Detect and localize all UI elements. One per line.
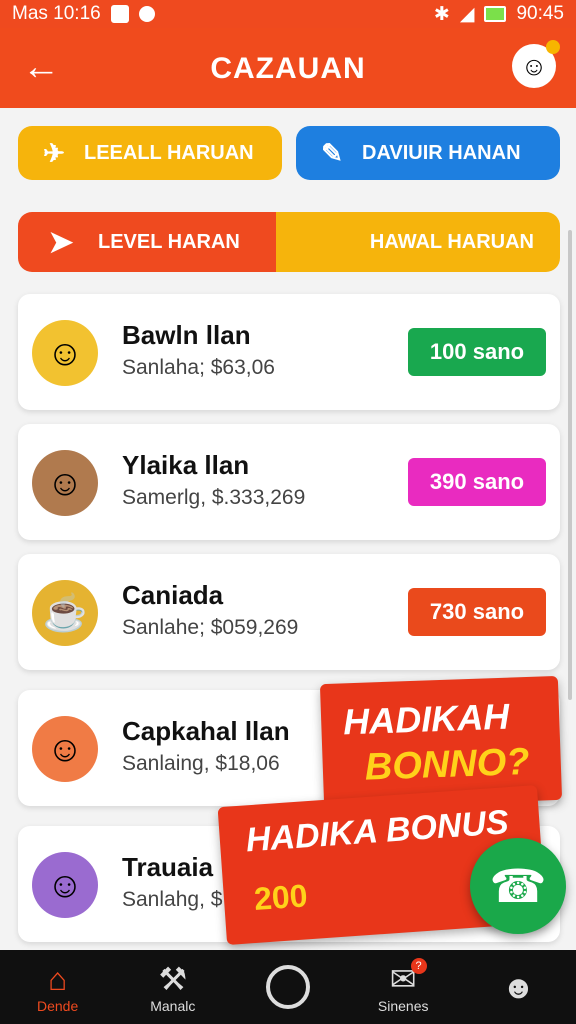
tools-icon: ⚒ [158,961,188,997]
scrollbar[interactable] [568,230,572,700]
mascot-badge [546,40,560,54]
bonus-line3: HADIKA BONUS [244,803,510,860]
level-toggle: ➤ LEVEL HARAN HAWAL HARUAN [18,212,560,272]
filter-left-button[interactable]: ✈ LEEALL HARUAN [18,126,282,180]
battery-icon [484,6,507,22]
nav-label: Sinenes [377,998,429,1014]
item-badge[interactable]: 730 sano [408,588,546,636]
profile-icon: ☻ [501,969,536,1005]
bonus-line2: BONNO? [364,740,531,789]
mascot-icon[interactable]: ☺ [512,40,560,88]
tag-icon: ✎ [321,137,343,168]
circle-home-icon [266,965,310,1009]
bluetooth-icon: ✱ [433,3,450,25]
list-item[interactable]: ☺ Ylaika llan Samerlg, $.333,269 390 san… [18,424,560,540]
list-item[interactable]: ☕ Caniada Sanlahe; $059,269 730 sano [18,554,560,670]
status-time: 90:45 [516,3,564,24]
item-subtitle: Sanlahe; $059,269 [122,616,299,639]
home-icon: ⌂ [47,961,68,997]
avatar: ☺ [32,852,98,918]
app-bar: ← CAZAUAN ☺ [0,28,576,108]
status-left-text: Mas 10:16 [12,3,101,24]
item-name: Capkahal llan [122,716,290,746]
toggle-right-label: HAWAL HARUAN [369,230,534,253]
list-item[interactable]: ☺ Bawln llan Sanlaha; $63,06 100 sano [18,294,560,410]
avatar: ☺ [32,716,98,782]
avatar: ☺ [32,450,98,516]
phone-fab-button[interactable]: ☎ [470,838,566,934]
rocket-icon: ✈ [43,137,65,168]
phone-icon: ☎ [489,860,547,912]
filter-left-label: LEEALL HARUAN [84,141,254,164]
item-name: Ylaika llan [122,450,250,480]
notification-badge: ? [410,958,427,974]
inbox-icon: ✉? [390,958,427,998]
item-badge[interactable]: 100 sano [408,328,546,376]
nav-item-tools[interactable]: ⚒ Manalc [115,950,230,1024]
item-subtitle: Sanlahg, $ [122,888,223,911]
toggle-left-label: LEVEL HARAN [98,230,240,253]
nav-item-center[interactable] [230,950,345,1024]
nav-label: Dende [36,998,79,1014]
item-name: Trauaia [122,852,214,882]
nav-item-home[interactable]: ⌂ Dende [0,950,115,1024]
bottom-nav: ⌂ Dende ⚒ Manalc ✉? Sinenes ☻ [0,950,576,1024]
status-bar: Mas 10:16 ✱ ◢ 90:45 [0,0,576,28]
avatar: ☕ [32,580,98,646]
bonus-line1: HADIKAH [342,695,510,743]
page-title: CAZAUAN [210,52,366,85]
bonus-coin: 200 [252,877,309,917]
signal-icon: ◢ [459,3,475,25]
nav-label: Manalc [150,998,196,1014]
paper-plane-icon: ➤ [48,225,74,259]
filter-right-button[interactable]: ✎ DAVIUIR HANAN [296,126,560,180]
location-icon [138,6,155,22]
item-name: Caniada [122,580,224,610]
nav-item-inbox[interactable]: ✉? Sinenes [346,950,461,1024]
item-name: Bawln llan [122,320,251,350]
toggle-right-segment[interactable]: HAWAL HARUAN [276,212,560,272]
nav-item-profile[interactable]: ☻ [461,950,576,1024]
item-subtitle: Sanlaha; $63,06 [122,356,275,379]
item-badge[interactable]: 390 sano [408,458,546,506]
filter-right-label: DAVIUIR HANAN [362,141,521,164]
toggle-left-segment[interactable]: ➤ LEVEL HARAN [18,212,276,272]
item-subtitle: Samerlg, $.333,269 [122,486,306,509]
notification-icon [110,5,129,23]
avatar: ☺ [32,320,98,386]
item-subtitle: Sanlaing, $18,06 [122,752,280,775]
